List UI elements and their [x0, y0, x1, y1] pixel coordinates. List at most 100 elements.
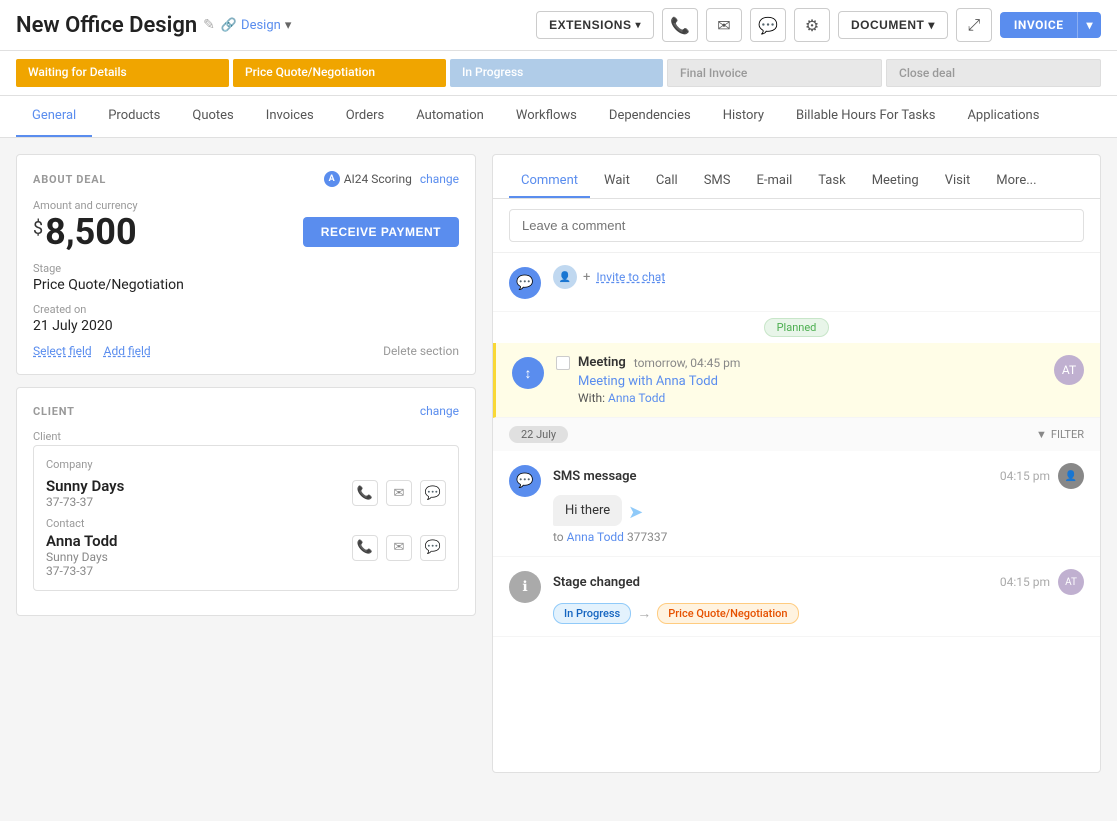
- meeting-link[interactable]: Meeting with Anna Todd: [578, 374, 1054, 389]
- sms-to-name[interactable]: Anna Todd: [567, 530, 624, 544]
- edit-icon[interactable]: ✎: [203, 17, 215, 33]
- activity-tab-sms[interactable]: SMS: [692, 165, 743, 198]
- stage-waiting[interactable]: Waiting for Details: [16, 59, 229, 87]
- sms-header: SMS message 04:15 pm 👤: [553, 463, 1084, 489]
- contact-email-icon[interactable]: ✉: [386, 535, 412, 561]
- stage-bar: Waiting for Details Price Quote/Negotiat…: [0, 51, 1117, 96]
- activity-tab-task[interactable]: Task: [806, 165, 857, 198]
- comment-input[interactable]: [509, 209, 1084, 242]
- email-button[interactable]: ✉: [706, 8, 742, 42]
- link-icon: 🔗: [221, 18, 237, 33]
- amount-display: $ 8,500: [33, 214, 137, 250]
- activity-tab-wait[interactable]: Wait: [592, 165, 642, 198]
- expand-button[interactable]: ⤢: [956, 8, 992, 42]
- activity-tab-comment[interactable]: Comment: [509, 165, 590, 198]
- stage-close-deal[interactable]: Close deal: [886, 59, 1101, 87]
- meeting-checkbox[interactable]: [556, 356, 570, 370]
- company-email-icon[interactable]: ✉: [386, 480, 412, 506]
- client-field-label: Client: [33, 430, 459, 443]
- client-section: CLIENT change Client Company Sunny Days …: [16, 387, 476, 616]
- tab-general[interactable]: General: [16, 96, 92, 137]
- contact-phone-icon[interactable]: 📞: [352, 535, 378, 561]
- meeting-time: tomorrow, 04:45 pm: [634, 356, 741, 370]
- invoice-caret[interactable]: ▾: [1077, 12, 1101, 38]
- stage-changed-avatar: AT: [1058, 569, 1084, 595]
- tab-invoices[interactable]: Invoices: [250, 96, 330, 137]
- activity-tab-email[interactable]: E-mail: [744, 165, 804, 198]
- top-bar: New Office Design ✎ 🔗 Design ▾ EXTENSION…: [0, 0, 1117, 51]
- sms-activity-icon: 💬: [509, 465, 541, 497]
- invite-row: 👤 + Invite to chat: [553, 265, 1084, 289]
- activity-tab-more[interactable]: More...: [984, 165, 1048, 198]
- client-change[interactable]: change: [420, 404, 459, 418]
- company-chat-icon[interactable]: 💬: [420, 480, 446, 506]
- tab-products[interactable]: Products: [92, 96, 176, 137]
- activity-tab-visit[interactable]: Visit: [933, 165, 983, 198]
- contact-chat-icon[interactable]: 💬: [420, 535, 446, 561]
- settings-button[interactable]: ⚙: [794, 8, 830, 42]
- activity-tabs: Comment Wait Call SMS E-mail Task Meetin…: [493, 155, 1100, 199]
- tab-automation[interactable]: Automation: [400, 96, 500, 137]
- document-button[interactable]: DOCUMENT ▾: [838, 11, 948, 39]
- company-type-label: Company: [46, 458, 93, 473]
- invite-avatar: 👤: [553, 265, 577, 289]
- meeting-body: Meeting tomorrow, 04:45 pm Meeting with …: [556, 355, 1084, 405]
- select-field-link[interactable]: Select field: [33, 344, 92, 358]
- filter-button[interactable]: ▼ FILTER: [1036, 428, 1084, 441]
- activity-tab-meeting[interactable]: Meeting: [860, 165, 931, 198]
- filter-icon: ▼: [1036, 428, 1047, 441]
- invite-chat-link[interactable]: Invite to chat: [596, 270, 665, 284]
- stage-negotiation[interactable]: Price Quote/Negotiation: [233, 59, 446, 87]
- contact-row: Contact Anna Todd Sunny Days 37-73-37 📞 …: [46, 517, 446, 578]
- main-content: ABOUT DEAL A AI24 Scoring change Amount …: [0, 138, 1117, 789]
- activity-feed: 💬 👤 + Invite to chat Planned ↕: [493, 253, 1100, 772]
- sms-bubble: Hi there: [553, 495, 622, 526]
- meeting-title: Meeting: [578, 355, 626, 370]
- amount-value: 8,500: [45, 214, 136, 250]
- title-section: New Office Design ✎ 🔗 Design ▾: [16, 13, 291, 38]
- stage-arrow: →: [637, 605, 651, 622]
- delete-section-link[interactable]: Delete section: [383, 344, 459, 358]
- breadcrumb-link[interactable]: Design: [241, 18, 281, 33]
- invoice-label[interactable]: INVOICE: [1000, 12, 1078, 38]
- about-deal-change[interactable]: change: [420, 172, 459, 186]
- company-phone-icon[interactable]: 📞: [352, 480, 378, 506]
- meeting-with-name[interactable]: Anna Todd: [608, 391, 665, 405]
- chat-activity-icon: 💬: [509, 267, 541, 299]
- meeting-row: Meeting tomorrow, 04:45 pm Meeting with …: [556, 355, 1084, 405]
- chat-button[interactable]: 💬: [750, 8, 786, 42]
- sms-to: to Anna Todd 377337: [553, 530, 1084, 544]
- stage-from: In Progress: [553, 603, 631, 624]
- extensions-button[interactable]: EXTENSIONS ▾: [536, 11, 654, 39]
- add-field-link[interactable]: Add field: [104, 344, 151, 358]
- about-deal-bottom-links: Select field Add field Delete section: [33, 344, 459, 358]
- tab-history[interactable]: History: [707, 96, 780, 137]
- stage-in-progress[interactable]: In Progress: [450, 59, 663, 87]
- created-field: Created on 21 July 2020: [33, 303, 459, 334]
- receive-payment-button[interactable]: RECEIVE PAYMENT: [303, 217, 459, 247]
- invoice-button[interactable]: INVOICE ▾: [1000, 12, 1101, 38]
- tab-orders[interactable]: Orders: [330, 96, 401, 137]
- contact-name: Anna Todd: [46, 532, 117, 550]
- comment-input-area: [493, 199, 1100, 253]
- tab-dependencies[interactable]: Dependencies: [593, 96, 707, 137]
- activity-tab-call[interactable]: Call: [644, 165, 690, 198]
- stage-changed-card: Stage changed 04:15 pm AT In Progress → …: [553, 569, 1084, 624]
- right-panel: Comment Wait Call SMS E-mail Task Meetin…: [492, 154, 1101, 773]
- sms-avatar: 👤: [1058, 463, 1084, 489]
- phone-button[interactable]: 📞: [662, 8, 698, 42]
- company-contact-icons: 📞 ✉ 💬: [352, 480, 446, 506]
- meeting-activity-icon: ↕: [512, 357, 544, 389]
- amount-symbol: $: [33, 218, 43, 239]
- stage-changed-icon: ℹ: [509, 571, 541, 603]
- invite-to-chat-item: 💬 👤 + Invite to chat: [493, 253, 1100, 312]
- top-actions: EXTENSIONS ▾ 📞 ✉ 💬 ⚙ DOCUMENT ▾ ⤢ INVOIC…: [536, 8, 1101, 42]
- stage-final-invoice[interactable]: Final Invoice: [667, 59, 882, 87]
- tab-applications[interactable]: Applications: [951, 96, 1055, 137]
- stage-changed-title: Stage changed: [553, 575, 640, 590]
- tab-workflows[interactable]: Workflows: [500, 96, 593, 137]
- tab-quotes[interactable]: Quotes: [176, 96, 249, 137]
- client-header: CLIENT change: [33, 404, 459, 418]
- tab-billable-hours[interactable]: Billable Hours For Tasks: [780, 96, 951, 137]
- breadcrumb-caret[interactable]: ▾: [285, 18, 292, 33]
